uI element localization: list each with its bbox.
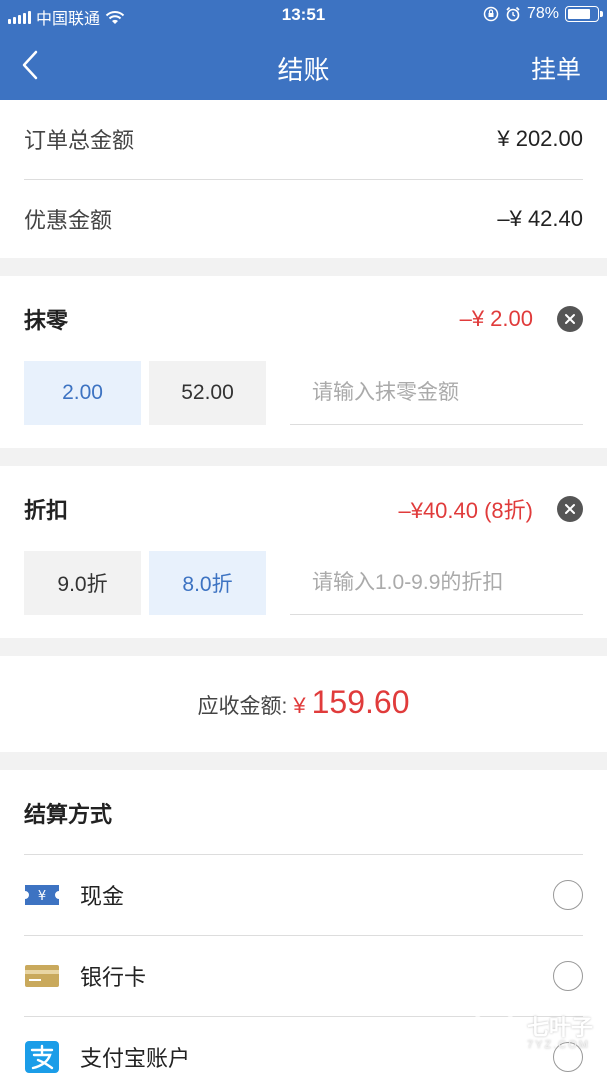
watermark: 七叶子 7YZ.COM xyxy=(467,1006,593,1062)
rounding-card: 抹零 –¥ 2.00 2.00 52.00 xyxy=(0,276,607,448)
rebate-title: 折扣 xyxy=(24,498,69,523)
order-summary-card: 订单总金额 ¥ 202.00 优惠金额 –¥ 42.40 xyxy=(0,100,607,258)
amount-due-value: 159.60 xyxy=(311,684,410,720)
payment-method-label: 支付宝账户 xyxy=(80,1046,191,1071)
discount-row: 优惠金额 –¥ 42.40 xyxy=(24,180,583,258)
nav-bar: 结账 挂单 xyxy=(0,30,607,100)
battery-percent: 78% xyxy=(526,5,559,22)
hold-order-button[interactable]: 挂单 xyxy=(531,50,581,86)
watermark-text: 七叶子 xyxy=(526,1015,593,1040)
discount-label: 优惠金额 xyxy=(24,208,113,233)
amount-due-label: 应收金额: xyxy=(197,695,288,718)
svg-text:¥: ¥ xyxy=(38,889,46,904)
rotation-lock-icon xyxy=(483,6,499,22)
rebate-input[interactable] xyxy=(290,551,583,615)
status-right: 78% xyxy=(483,5,603,23)
amount-due: 应收金额: ¥ 159.60 xyxy=(0,684,607,721)
amount-due-card: 应收金额: ¥ 159.60 xyxy=(0,656,607,752)
payment-method-bank-card[interactable]: 银行卡 xyxy=(24,936,583,1016)
rounding-option[interactable]: 52.00 xyxy=(149,361,266,425)
clear-rounding-button[interactable] xyxy=(557,306,583,332)
rounding-title: 抹零 xyxy=(24,308,69,333)
alarm-icon xyxy=(506,6,520,22)
rebate-header: 折扣 –¥40.40 (8折) xyxy=(24,494,583,524)
close-icon xyxy=(565,314,575,324)
order-total-label: 订单总金额 xyxy=(24,128,135,153)
rebate-amount: –¥40.40 (8折) xyxy=(398,498,533,523)
payment-header: 结算方式 xyxy=(24,798,583,828)
radio-button[interactable] xyxy=(553,880,583,910)
payment-title: 结算方式 xyxy=(24,802,113,827)
clear-rebate-button[interactable] xyxy=(557,496,583,522)
discount-value: –¥ 42.40 xyxy=(497,206,583,231)
order-total-value: ¥ 202.00 xyxy=(497,126,583,151)
order-total-row: 订单总金额 ¥ 202.00 xyxy=(24,100,583,178)
page-title: 结账 xyxy=(277,55,330,85)
watermark-text-block: 七叶子 7YZ.COM xyxy=(526,1015,593,1052)
close-icon xyxy=(565,504,575,514)
rounding-amount-input[interactable] xyxy=(290,361,583,425)
rebate-option[interactable]: 8.0折 xyxy=(149,551,266,615)
bank-card-icon xyxy=(24,962,60,990)
cash-ticket-icon: ¥ xyxy=(24,881,60,909)
radio-button[interactable] xyxy=(553,961,583,991)
rounding-amount: –¥ 2.00 xyxy=(459,306,533,331)
payment-method-label: 现金 xyxy=(80,884,125,909)
battery-icon xyxy=(565,6,603,22)
watermark-subtext: 7YZ.COM xyxy=(526,1039,590,1051)
payment-method-cash[interactable]: ¥ 现金 xyxy=(24,855,583,935)
alipay-icon xyxy=(24,1041,60,1073)
status-bar: 中国联通 13:51 78% xyxy=(0,0,607,30)
amount-due-currency: ¥ xyxy=(293,693,306,718)
leaf-logo-icon xyxy=(468,1008,520,1060)
rebate-option[interactable]: 9.0折 xyxy=(24,551,141,615)
rounding-option[interactable]: 2.00 xyxy=(24,361,141,425)
rebate-card: 折扣 –¥40.40 (8折) 9.0折 8.0折 xyxy=(0,466,607,638)
rounding-header: 抹零 –¥ 2.00 xyxy=(24,304,583,334)
payment-method-label: 银行卡 xyxy=(80,965,147,990)
